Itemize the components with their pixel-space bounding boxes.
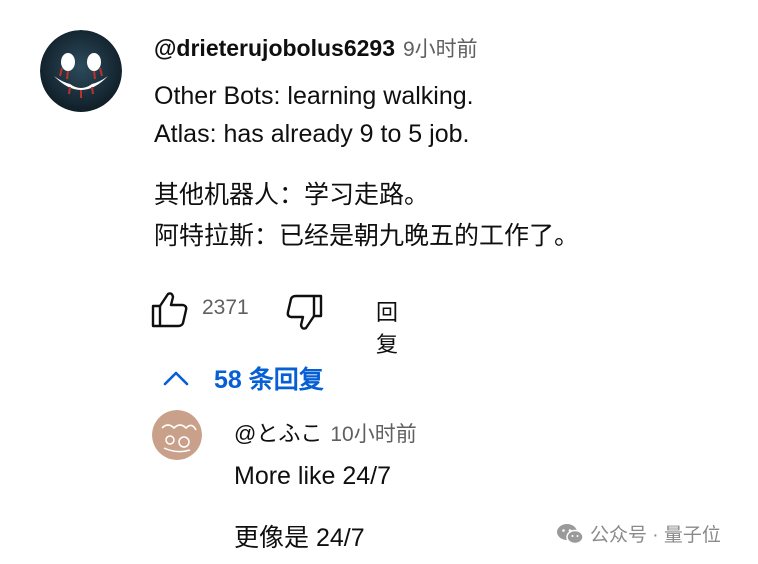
reply-timestamp[interactable]: 10小时前 (330, 418, 416, 448)
comment-timestamp[interactable]: 9小时前 (403, 33, 478, 63)
avatar[interactable] (40, 30, 122, 112)
reply-avatar[interactable] (152, 410, 202, 460)
thumbs-down-icon (286, 294, 323, 330)
reply-author[interactable]: @とふこ (234, 416, 322, 448)
comment-text-line: Other Bots: learning walking. (154, 82, 474, 110)
comment-text-line: 阿特拉斯：已经是朝九晚五的工作了。 (154, 222, 580, 250)
watermark-text: 公众号 · 量子位 (590, 525, 721, 546)
comment-author[interactable]: @drieterujobolus6293 (154, 35, 395, 62)
watermark: 公众号 · 量子位 (556, 520, 721, 547)
like-count: 2371 (202, 296, 249, 319)
reply-button[interactable]: 回复 (376, 295, 398, 359)
comment-header: @drieterujobolus6293 9小时前 (154, 33, 478, 63)
comment-text-line: Atlas: has already 9 to 5 job. (154, 120, 470, 148)
doodle-avatar (152, 410, 202, 460)
smiley-face-avatar (40, 30, 122, 112)
chevron-up-icon (163, 371, 189, 386)
reply-text-line: 更像是 24/7 (234, 524, 365, 552)
dislike-button[interactable] (284, 292, 324, 332)
reply-header: @とふこ 10小时前 (234, 416, 417, 448)
replies-toggle[interactable]: 58 条回复 (160, 358, 324, 398)
reply-text-line: More like 24/7 (234, 462, 392, 490)
like-button[interactable] (150, 290, 190, 330)
wechat-icon (557, 523, 584, 544)
comment-text-line: 其他机器人：学习走路。 (154, 181, 430, 209)
thumbs-up-icon (151, 292, 188, 328)
replies-count[interactable]: 58 条回复 (214, 360, 324, 396)
